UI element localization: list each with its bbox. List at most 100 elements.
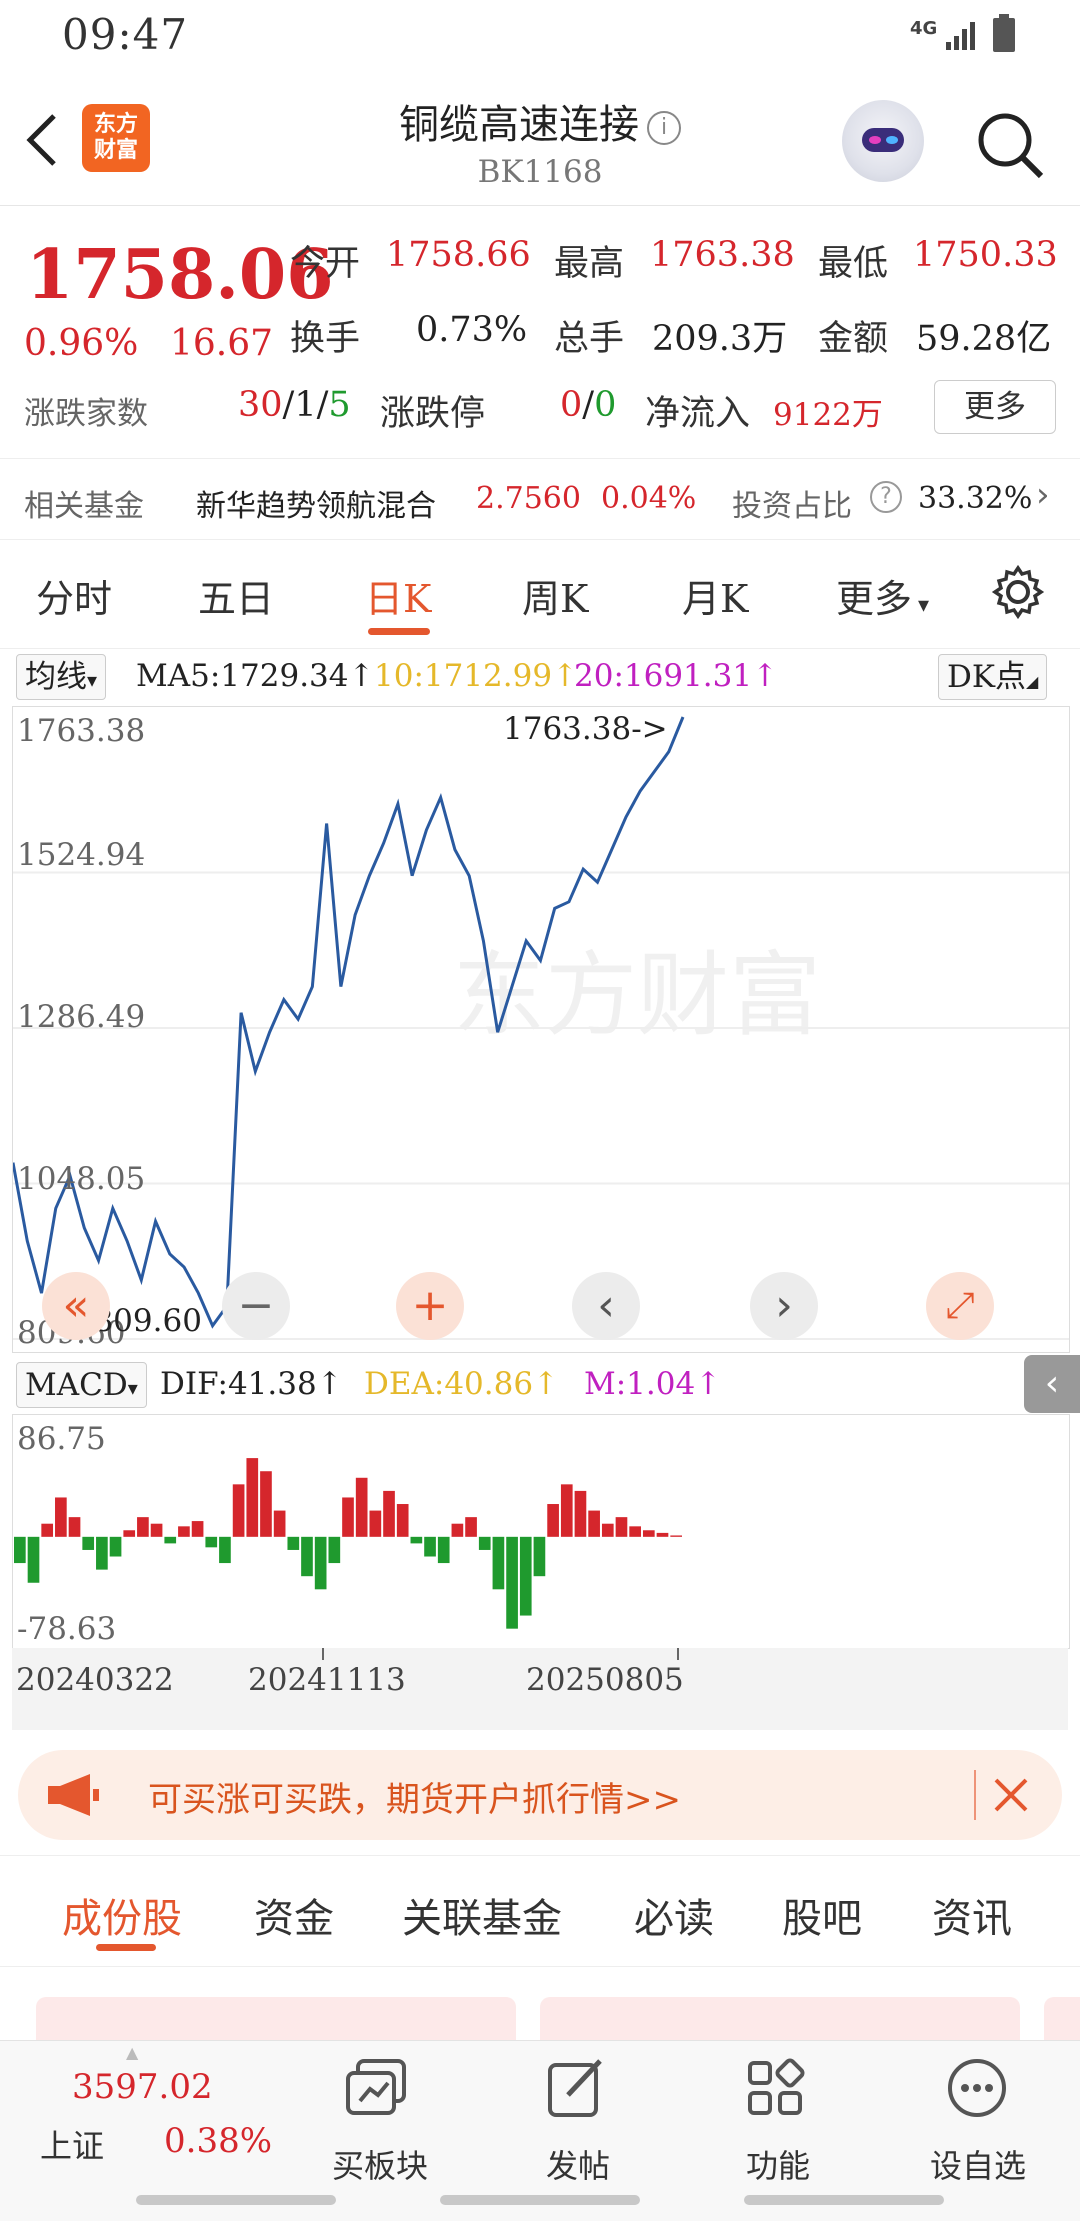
date-label-end: 20250805 — [526, 1662, 684, 1698]
macd-bar — [506, 1537, 518, 1629]
y-tick-max: 1763.38 — [17, 713, 145, 749]
related-fund-row[interactable]: 相关基金 新华趋势领航混合 2.7560 0.04% 投资占比 ? 33.32%… — [0, 458, 1080, 540]
tab-capital[interactable]: 资金 — [254, 1886, 334, 1944]
macd-bar — [55, 1497, 67, 1536]
index-name[interactable]: 上证 — [40, 2121, 104, 2167]
add-watchlist-button[interactable]: 设自选 — [908, 2041, 1048, 2221]
amount-value: 59.28亿 — [916, 310, 1051, 361]
macd-bar — [246, 1458, 258, 1537]
macd-bar — [164, 1537, 176, 1544]
macd-bar — [219, 1537, 231, 1563]
date-label-start: 20240322 — [16, 1662, 174, 1698]
info-icon[interactable]: i — [647, 111, 681, 145]
zoom-in-button[interactable]: + — [396, 1272, 464, 1340]
macd-bar — [479, 1537, 491, 1550]
tab-must-read[interactable]: 必读 — [634, 1886, 714, 1944]
low-value: 1750.33 — [913, 235, 1058, 275]
macd-bar — [14, 1537, 26, 1563]
tab-news[interactable]: 资讯 — [932, 1886, 1012, 1944]
turnover-label: 换手 — [290, 310, 360, 361]
tab-intraday[interactable]: 分时 — [36, 568, 112, 623]
promo-text: 可买涨可买跌，期货开户抓行情>> — [148, 1772, 681, 1821]
macd-bar — [41, 1524, 53, 1537]
macd-bar — [397, 1504, 409, 1537]
kline-chart[interactable]: 东方财富 1763.38 1524.94 1286.49 1048.05 809… — [12, 706, 1070, 1353]
macd-bar — [110, 1537, 122, 1557]
dk-point-select[interactable]: DK点◢ — [938, 654, 1047, 700]
tab-constituents[interactable]: 成份股 — [62, 1886, 182, 1944]
macd-bar — [547, 1504, 559, 1537]
post-button[interactable]: 发帖 — [508, 2041, 648, 2221]
tab-monthly-k[interactable]: 月K — [682, 568, 748, 623]
macd-bar — [260, 1471, 272, 1537]
index-value[interactable]: 3597.02 — [72, 2067, 213, 2107]
macd-bar — [233, 1484, 245, 1536]
date-axis: 20240322 20241113 20250805 — [12, 1648, 1068, 1730]
macd-bar — [438, 1537, 450, 1563]
volume-value: 209.3万 — [652, 310, 787, 361]
macd-bar — [657, 1533, 669, 1537]
functions-button[interactable]: 功能 — [708, 2041, 848, 2221]
fullscreen-icon[interactable]: ⤢ — [926, 1272, 994, 1340]
chevron-right-icon[interactable]: › — [750, 1272, 818, 1340]
macd-y-min: -78.63 — [17, 1611, 116, 1647]
macd-bar — [287, 1537, 299, 1550]
high-label: 最高 — [554, 235, 624, 286]
tab-weekly-k[interactable]: 周K — [522, 568, 588, 623]
macd-bar — [493, 1537, 505, 1589]
low-label: 最低 — [818, 235, 888, 286]
indicator-select[interactable]: MACD▾ — [16, 1362, 147, 1408]
zoom-out-button[interactable]: − — [222, 1272, 290, 1340]
last-price: 1758.06 — [26, 235, 334, 315]
change-percent: 0.96% — [24, 323, 138, 364]
tab-daily-k[interactable]: 日K — [365, 568, 431, 623]
nav-handle — [744, 2195, 944, 2205]
close-icon[interactable] — [992, 1776, 1030, 1814]
dea-value: DEA:40.86↑ — [364, 1366, 559, 1402]
macd-bar — [137, 1517, 149, 1537]
search-icon[interactable] — [975, 110, 1045, 180]
macd-bar — [192, 1521, 204, 1537]
macd-bar — [151, 1524, 163, 1537]
dif-value: DIF:41.38↑ — [160, 1366, 343, 1402]
divider — [974, 1770, 976, 1820]
promo-banner[interactable]: 可买涨可买跌，期货开户抓行情>> — [18, 1750, 1062, 1840]
macd-bar — [28, 1537, 40, 1583]
macd-chart[interactable]: 86.75 -78.63 — [12, 1414, 1070, 1649]
battery-icon — [992, 14, 1016, 54]
fund-pct: 0.04% — [601, 481, 696, 516]
assistant-robot-icon[interactable] — [842, 100, 924, 182]
chevron-right-icon[interactable]: › — [1036, 475, 1050, 515]
macd-bar — [370, 1511, 382, 1537]
tab-forum[interactable]: 股吧 — [782, 1886, 862, 1944]
tab-related-funds[interactable]: 关联基金 — [402, 1886, 562, 1944]
ma-legend-row: 均线▾ MA5:1729.34↑ 10:1712.99↑ 20:1691.31↑… — [0, 648, 1080, 706]
breadth-value: 30/1/5 — [238, 385, 351, 425]
settings-gear-icon[interactable] — [990, 564, 1046, 620]
limit-label: 涨跌停 — [380, 385, 485, 436]
macd-bar — [96, 1537, 108, 1570]
tab-five-day[interactable]: 五日 — [198, 568, 274, 623]
ma-select[interactable]: 均线▾ — [16, 654, 106, 700]
limit-value: 0/0 — [560, 385, 616, 425]
index-pct[interactable]: 0.38% — [164, 2121, 272, 2161]
active-tab-indicator — [96, 1944, 156, 1951]
buy-sector-button[interactable]: 买板块 — [310, 2041, 450, 2221]
header-bar: 东方财富 铜缆高速连接i BK1168 — [0, 80, 1080, 206]
help-icon[interactable]: ? — [870, 481, 902, 513]
constituent-cards — [0, 1965, 1080, 2045]
macd-bar — [561, 1484, 573, 1536]
tab-more[interactable]: 更多▾ — [836, 568, 929, 623]
collapse-panel-button[interactable]: ‹ — [1024, 1355, 1080, 1413]
rewind-button[interactable]: « — [42, 1272, 110, 1340]
high-value: 1763.38 — [650, 235, 795, 275]
nav-handle — [440, 2195, 640, 2205]
amount-label: 金额 — [818, 310, 888, 361]
ratio-label: 投资占比 — [732, 481, 852, 525]
macd-plot — [13, 1415, 1069, 1648]
more-button[interactable]: 更多 — [934, 380, 1056, 434]
date-tick — [322, 1648, 324, 1660]
macd-bar — [602, 1524, 614, 1537]
chevron-left-icon[interactable]: ‹ — [572, 1272, 640, 1340]
dropdown-icon: ▾ — [918, 593, 929, 618]
